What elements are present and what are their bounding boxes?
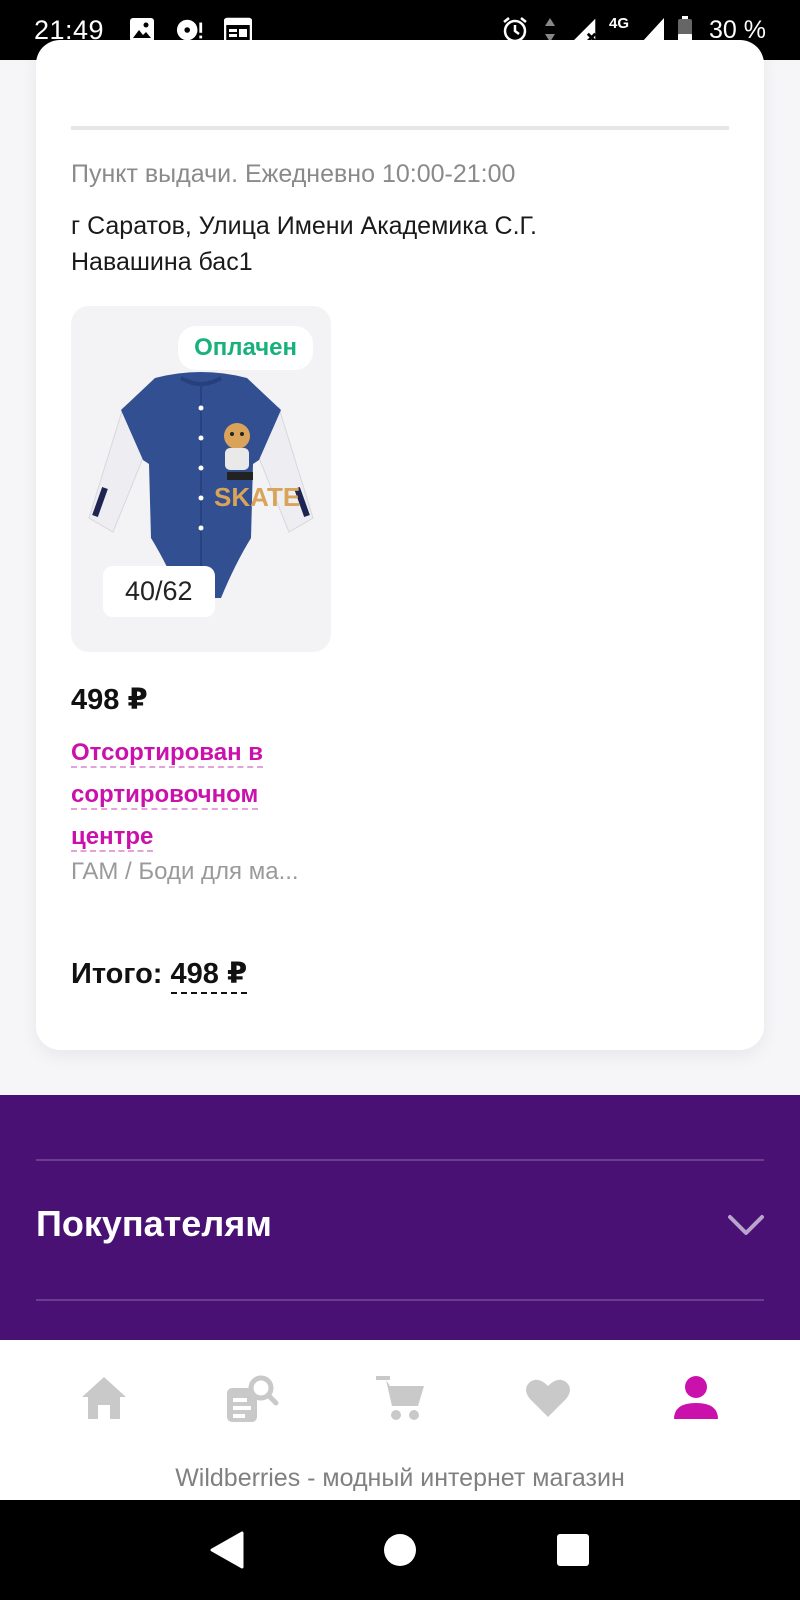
paid-status-badge: Оплачен [178, 326, 313, 370]
recents-square-icon [557, 1534, 590, 1566]
nav-favorites[interactable] [518, 1368, 578, 1428]
nav-catalog[interactable] [222, 1368, 282, 1428]
size-badge: 40/62 [103, 566, 215, 617]
print-text: SKATE [214, 482, 300, 512]
nav-home[interactable] [74, 1368, 134, 1428]
home-icon [82, 1377, 126, 1419]
bottom-nav-row [0, 1368, 800, 1428]
total-amount[interactable]: 498 ₽ [170, 958, 248, 994]
pickup-point-label: Пункт выдачи. Ежедневно 10:00-21:00 [71, 160, 516, 188]
total-label: Итого: [71, 958, 163, 990]
profile-icon [674, 1376, 718, 1419]
back-triangle-icon [210, 1531, 244, 1569]
app-caption: Wildberries - модный интернет магазин [175, 1464, 625, 1492]
cart-icon [376, 1376, 424, 1420]
chevron-down-icon[interactable] [726, 1205, 766, 1245]
card-divider [71, 126, 729, 130]
nav-profile[interactable] [666, 1368, 726, 1428]
recents-button[interactable] [553, 1530, 593, 1570]
footer-divider-bottom [36, 1299, 764, 1301]
network-type: 4G [609, 14, 630, 32]
product-tile[interactable]: SKATE Оплачен 40/62 [71, 306, 331, 652]
nav-cart[interactable] [370, 1368, 430, 1428]
home-circle-icon [383, 1534, 416, 1566]
bottom-navigation: Wildberries - модный интернет магазин [0, 1340, 800, 1500]
order-card: Пункт выдачи. Ежедневно 10:00-21:00 г Са… [36, 40, 764, 1050]
footer-section-buyers[interactable]: Покупателям [36, 1203, 272, 1245]
item-price: 498 ₽ [71, 684, 148, 716]
delivery-status-text[interactable]: Отсортирован в сортировочном центре [71, 739, 263, 852]
main-content[interactable]: Пункт выдачи. Ежедневно 10:00-21:00 г Са… [0, 40, 800, 1095]
favorites-icon [526, 1379, 570, 1417]
pickup-address: г Саратов, Улица Имени Академика С.Г. На… [71, 212, 537, 276]
catalog-search-icon [227, 1375, 279, 1422]
system-navigation-bar [0, 1500, 800, 1600]
order-total: Итого: 498 ₽ [71, 956, 248, 994]
product-name[interactable]: ГАМ / Боди для ма... [71, 858, 299, 886]
footer-divider-top [36, 1159, 764, 1161]
delivery-status-link[interactable]: Отсортирован в сортировочном центре [71, 732, 311, 858]
home-system-button[interactable] [380, 1530, 420, 1570]
site-footer: Покупателям [0, 1095, 800, 1340]
back-button[interactable] [207, 1530, 247, 1570]
